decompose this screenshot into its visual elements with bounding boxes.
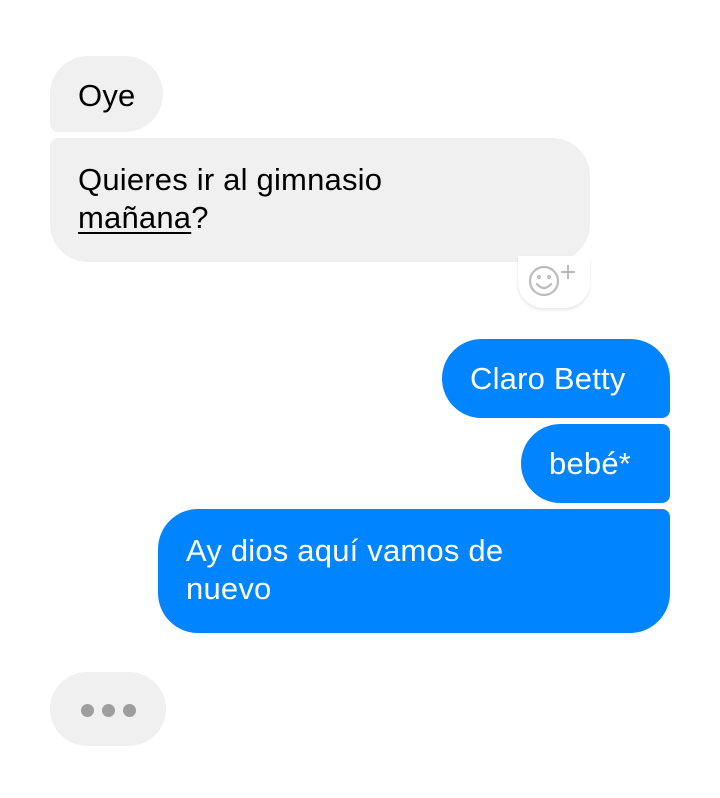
- typing-dot: [102, 704, 115, 717]
- typing-dot: [123, 704, 136, 717]
- message-text-line: Quieres ir al gimnasio: [78, 162, 383, 197]
- message-text-line: Ay dios aquí vamos de: [186, 533, 504, 568]
- incoming-message-bubble[interactable]: Quieres ir al gimnasio mañana?: [50, 138, 590, 262]
- outgoing-message-bubble[interactable]: Claro Betty: [442, 339, 670, 418]
- message-text: Claro Betty: [470, 361, 626, 396]
- incoming-message-bubble[interactable]: Oye: [50, 56, 163, 132]
- outgoing-message-bubble[interactable]: Ay dios aquí vamos de nuevo: [158, 509, 670, 633]
- typing-dot: [81, 704, 94, 717]
- underlined-word: mañana: [78, 200, 192, 235]
- outgoing-message-bubble[interactable]: bebé*: [521, 424, 670, 503]
- smiley-plus-icon: [528, 265, 575, 297]
- add-reaction-button[interactable]: [518, 256, 590, 308]
- typing-indicator: [50, 672, 166, 746]
- message-text: Oye: [78, 78, 136, 113]
- message-text: bebé*: [549, 446, 632, 481]
- message-text-punctuation: ?: [191, 200, 209, 235]
- message-text-line: nuevo: [186, 571, 272, 606]
